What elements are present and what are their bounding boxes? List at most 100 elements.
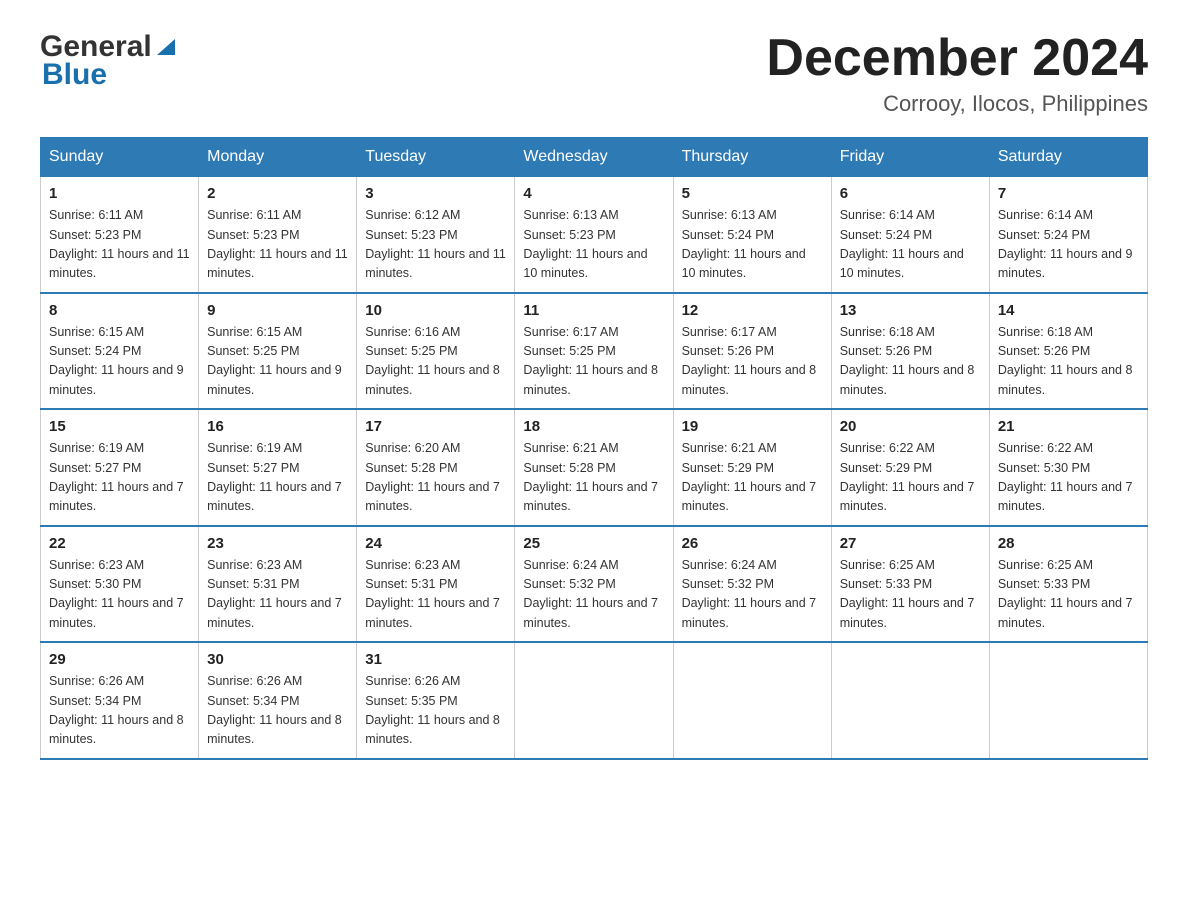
day-number: 19: [682, 418, 823, 435]
day-number: 29: [49, 651, 190, 668]
day-info: Sunrise: 6:17 AMSunset: 5:26 PMDaylight:…: [682, 323, 823, 401]
table-row: [831, 642, 989, 759]
table-row: 26 Sunrise: 6:24 AMSunset: 5:32 PMDaylig…: [673, 526, 831, 643]
day-number: 1: [49, 185, 190, 202]
table-row: 1 Sunrise: 6:11 AMSunset: 5:23 PMDayligh…: [41, 177, 199, 293]
day-number: 20: [840, 418, 981, 435]
day-info: Sunrise: 6:11 AMSunset: 5:23 PMDaylight:…: [49, 206, 190, 284]
table-row: 25 Sunrise: 6:24 AMSunset: 5:32 PMDaylig…: [515, 526, 673, 643]
day-info: Sunrise: 6:25 AMSunset: 5:33 PMDaylight:…: [840, 556, 981, 634]
header-thursday: Thursday: [673, 138, 831, 177]
day-number: 30: [207, 651, 348, 668]
day-number: 27: [840, 535, 981, 552]
header-row: Sunday Monday Tuesday Wednesday Thursday…: [41, 138, 1148, 177]
calendar-week-row: 29 Sunrise: 6:26 AMSunset: 5:34 PMDaylig…: [41, 642, 1148, 759]
day-info: Sunrise: 6:26 AMSunset: 5:34 PMDaylight:…: [49, 672, 190, 750]
table-row: 22 Sunrise: 6:23 AMSunset: 5:30 PMDaylig…: [41, 526, 199, 643]
table-row: 18 Sunrise: 6:21 AMSunset: 5:28 PMDaylig…: [515, 409, 673, 526]
day-info: Sunrise: 6:15 AMSunset: 5:25 PMDaylight:…: [207, 323, 348, 401]
table-row: 23 Sunrise: 6:23 AMSunset: 5:31 PMDaylig…: [199, 526, 357, 643]
day-info: Sunrise: 6:21 AMSunset: 5:29 PMDaylight:…: [682, 439, 823, 517]
day-info: Sunrise: 6:20 AMSunset: 5:28 PMDaylight:…: [365, 439, 506, 517]
table-row: 24 Sunrise: 6:23 AMSunset: 5:31 PMDaylig…: [357, 526, 515, 643]
day-number: 21: [998, 418, 1139, 435]
day-number: 4: [523, 185, 664, 202]
header-friday: Friday: [831, 138, 989, 177]
table-row: 3 Sunrise: 6:12 AMSunset: 5:23 PMDayligh…: [357, 177, 515, 293]
day-info: Sunrise: 6:22 AMSunset: 5:30 PMDaylight:…: [998, 439, 1139, 517]
table-row: 21 Sunrise: 6:22 AMSunset: 5:30 PMDaylig…: [989, 409, 1147, 526]
table-row: [989, 642, 1147, 759]
table-row: [515, 642, 673, 759]
table-row: 15 Sunrise: 6:19 AMSunset: 5:27 PMDaylig…: [41, 409, 199, 526]
table-row: 30 Sunrise: 6:26 AMSunset: 5:34 PMDaylig…: [199, 642, 357, 759]
title-section: December 2024 Corrooy, Ilocos, Philippin…: [766, 30, 1148, 117]
day-info: Sunrise: 6:23 AMSunset: 5:31 PMDaylight:…: [207, 556, 348, 634]
table-row: 6 Sunrise: 6:14 AMSunset: 5:24 PMDayligh…: [831, 177, 989, 293]
day-number: 24: [365, 535, 506, 552]
day-info: Sunrise: 6:21 AMSunset: 5:28 PMDaylight:…: [523, 439, 664, 517]
table-row: 17 Sunrise: 6:20 AMSunset: 5:28 PMDaylig…: [357, 409, 515, 526]
day-info: Sunrise: 6:14 AMSunset: 5:24 PMDaylight:…: [998, 206, 1139, 284]
logo-triangle-icon: [155, 35, 177, 57]
day-info: Sunrise: 6:14 AMSunset: 5:24 PMDaylight:…: [840, 206, 981, 284]
day-info: Sunrise: 6:11 AMSunset: 5:23 PMDaylight:…: [207, 206, 348, 284]
day-info: Sunrise: 6:18 AMSunset: 5:26 PMDaylight:…: [840, 323, 981, 401]
table-row: [673, 642, 831, 759]
table-row: 7 Sunrise: 6:14 AMSunset: 5:24 PMDayligh…: [989, 177, 1147, 293]
day-info: Sunrise: 6:25 AMSunset: 5:33 PMDaylight:…: [998, 556, 1139, 634]
calendar-week-row: 22 Sunrise: 6:23 AMSunset: 5:30 PMDaylig…: [41, 526, 1148, 643]
day-number: 3: [365, 185, 506, 202]
table-row: 4 Sunrise: 6:13 AMSunset: 5:23 PMDayligh…: [515, 177, 673, 293]
month-title: December 2024: [766, 30, 1148, 87]
table-row: 12 Sunrise: 6:17 AMSunset: 5:26 PMDaylig…: [673, 293, 831, 410]
day-info: Sunrise: 6:12 AMSunset: 5:23 PMDaylight:…: [365, 206, 506, 284]
day-number: 11: [523, 302, 664, 319]
table-row: 19 Sunrise: 6:21 AMSunset: 5:29 PMDaylig…: [673, 409, 831, 526]
day-number: 28: [998, 535, 1139, 552]
calendar-week-row: 1 Sunrise: 6:11 AMSunset: 5:23 PMDayligh…: [41, 177, 1148, 293]
table-row: 27 Sunrise: 6:25 AMSunset: 5:33 PMDaylig…: [831, 526, 989, 643]
table-row: 31 Sunrise: 6:26 AMSunset: 5:35 PMDaylig…: [357, 642, 515, 759]
day-info: Sunrise: 6:13 AMSunset: 5:23 PMDaylight:…: [523, 206, 664, 284]
day-info: Sunrise: 6:23 AMSunset: 5:31 PMDaylight:…: [365, 556, 506, 634]
day-number: 7: [998, 185, 1139, 202]
page-header: General Blue December 2024 Corrooy, Iloc…: [40, 30, 1148, 117]
day-info: Sunrise: 6:24 AMSunset: 5:32 PMDaylight:…: [523, 556, 664, 634]
day-number: 15: [49, 418, 190, 435]
header-saturday: Saturday: [989, 138, 1147, 177]
table-row: 2 Sunrise: 6:11 AMSunset: 5:23 PMDayligh…: [199, 177, 357, 293]
day-number: 2: [207, 185, 348, 202]
table-row: 9 Sunrise: 6:15 AMSunset: 5:25 PMDayligh…: [199, 293, 357, 410]
day-info: Sunrise: 6:23 AMSunset: 5:30 PMDaylight:…: [49, 556, 190, 634]
day-info: Sunrise: 6:16 AMSunset: 5:25 PMDaylight:…: [365, 323, 506, 401]
table-row: 11 Sunrise: 6:17 AMSunset: 5:25 PMDaylig…: [515, 293, 673, 410]
day-info: Sunrise: 6:18 AMSunset: 5:26 PMDaylight:…: [998, 323, 1139, 401]
logo-blue: Blue: [40, 58, 107, 92]
table-row: 5 Sunrise: 6:13 AMSunset: 5:24 PMDayligh…: [673, 177, 831, 293]
day-info: Sunrise: 6:15 AMSunset: 5:24 PMDaylight:…: [49, 323, 190, 401]
table-row: 16 Sunrise: 6:19 AMSunset: 5:27 PMDaylig…: [199, 409, 357, 526]
day-number: 17: [365, 418, 506, 435]
table-row: 28 Sunrise: 6:25 AMSunset: 5:33 PMDaylig…: [989, 526, 1147, 643]
day-number: 8: [49, 302, 190, 319]
day-number: 12: [682, 302, 823, 319]
day-info: Sunrise: 6:22 AMSunset: 5:29 PMDaylight:…: [840, 439, 981, 517]
calendar-table: Sunday Monday Tuesday Wednesday Thursday…: [40, 137, 1148, 760]
day-number: 22: [49, 535, 190, 552]
table-row: 13 Sunrise: 6:18 AMSunset: 5:26 PMDaylig…: [831, 293, 989, 410]
day-info: Sunrise: 6:26 AMSunset: 5:35 PMDaylight:…: [365, 672, 506, 750]
logo: General Blue: [40, 30, 177, 92]
day-number: 13: [840, 302, 981, 319]
day-number: 10: [365, 302, 506, 319]
day-info: Sunrise: 6:26 AMSunset: 5:34 PMDaylight:…: [207, 672, 348, 750]
table-row: 10 Sunrise: 6:16 AMSunset: 5:25 PMDaylig…: [357, 293, 515, 410]
day-info: Sunrise: 6:13 AMSunset: 5:24 PMDaylight:…: [682, 206, 823, 284]
day-info: Sunrise: 6:19 AMSunset: 5:27 PMDaylight:…: [49, 439, 190, 517]
day-number: 14: [998, 302, 1139, 319]
day-number: 5: [682, 185, 823, 202]
table-row: 20 Sunrise: 6:22 AMSunset: 5:29 PMDaylig…: [831, 409, 989, 526]
day-info: Sunrise: 6:24 AMSunset: 5:32 PMDaylight:…: [682, 556, 823, 634]
day-info: Sunrise: 6:19 AMSunset: 5:27 PMDaylight:…: [207, 439, 348, 517]
table-row: 14 Sunrise: 6:18 AMSunset: 5:26 PMDaylig…: [989, 293, 1147, 410]
